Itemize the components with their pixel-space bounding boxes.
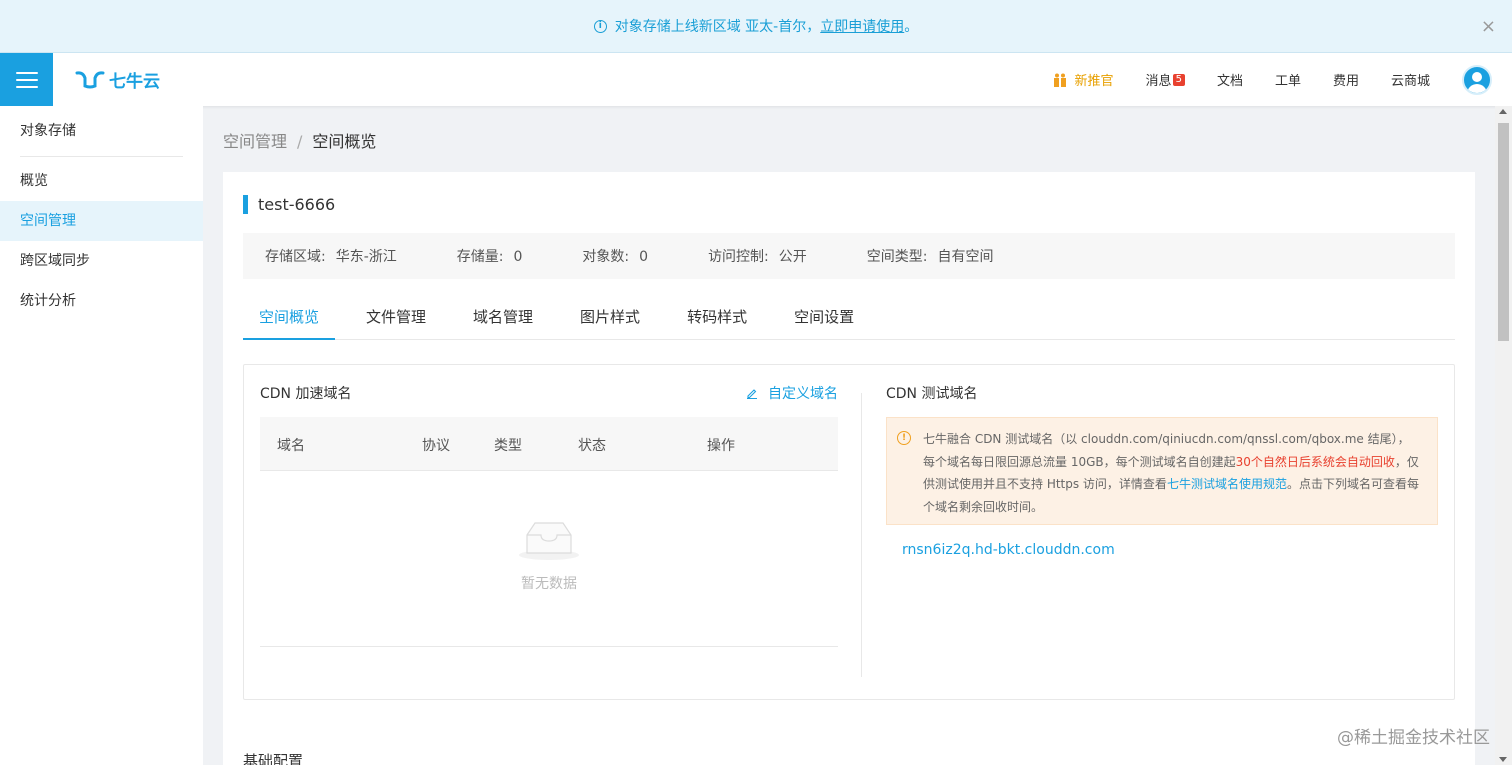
qiniu-logo-icon xyxy=(75,70,105,88)
info-label: 空间类型: xyxy=(866,249,928,265)
announcement-suffix: 。 xyxy=(904,19,919,35)
info-value: 0 xyxy=(513,249,523,265)
info-access-control: 访问控制: 公开 xyxy=(708,246,807,266)
info-label: 存储区域: xyxy=(265,249,326,265)
info-bucket-type: 空间类型: 自有空间 xyxy=(867,246,994,266)
cdn-domain-title: CDN 加速域名 xyxy=(260,386,352,402)
nav-market[interactable]: 云商城 xyxy=(1391,70,1430,89)
test-domain-link[interactable]: rnsn6iz2q.hd-bkt.clouddn.com xyxy=(902,542,1115,558)
nav-gift[interactable]: 新推官 xyxy=(1053,70,1114,89)
announcement-text: 对象存储上线新区域 亚太-首尔， xyxy=(614,19,821,35)
info-value: 0 xyxy=(639,249,649,265)
cdn-table-empty: 暂无数据 xyxy=(260,471,838,647)
breadcrumb-parent[interactable]: 空间管理 xyxy=(223,132,287,151)
hamburger-menu-button[interactable] xyxy=(0,53,53,106)
tab-settings[interactable]: 空间设置 xyxy=(778,306,870,340)
info-objects: 对象数: 0 xyxy=(582,246,648,266)
sidebar-item-bucket-management[interactable]: 空间管理 xyxy=(0,201,203,241)
info-label: 访问控制: xyxy=(708,249,769,265)
breadcrumb-current: 空间概览 xyxy=(312,132,377,151)
sidebar-title: 对象存储 xyxy=(20,123,76,139)
test-domain-section: CDN 测试域名 ! 七牛融合 CDN 测试域名（以 clouddn.com/q… xyxy=(886,365,1438,699)
nav-billing[interactable]: 费用 xyxy=(1333,70,1359,89)
test-domain-notice: ! 七牛融合 CDN 测试域名（以 clouddn.com/qiniucdn.c… xyxy=(886,417,1438,525)
logo-text: 七牛云 xyxy=(109,72,160,92)
close-icon[interactable]: × xyxy=(1481,16,1496,37)
cdn-domain-section: CDN 加速域名 自定义域名 域名 协议 类型 状态 操作 暂无数据 xyxy=(260,365,838,699)
nav-docs[interactable]: 文档 xyxy=(1217,70,1243,89)
info-label: 存储量: xyxy=(456,249,504,265)
sidebar: 对象存储 概览 空间管理 跨区域同步 统计分析 xyxy=(0,106,203,765)
title-accent-bar xyxy=(243,195,248,214)
bucket-name: test-6666 xyxy=(258,195,336,214)
info-value: 公开 xyxy=(778,249,807,265)
empty-text: 暂无数据 xyxy=(521,576,577,592)
column-header-protocol: 协议 xyxy=(422,438,450,454)
qiniu-logo[interactable]: 七牛云 xyxy=(75,67,160,92)
custom-domain-label: 自定义域名 xyxy=(768,386,838,402)
column-header-domain: 域名 xyxy=(277,438,305,454)
bucket-card: test-6666 存储区域: 华东-浙江 存储量: 0 对象数: 0 访问控制: 公开… xyxy=(223,172,1475,765)
nav-messages[interactable]: 消息 5 xyxy=(1146,70,1185,89)
page-scrollbar[interactable] xyxy=(1495,106,1512,765)
message-count-badge: 5 xyxy=(1172,73,1185,86)
info-storage: 存储量: 0 xyxy=(457,246,523,266)
info-value: 华东-浙江 xyxy=(335,249,397,265)
domain-panel: CDN 加速域名 自定义域名 域名 协议 类型 状态 操作 暂无数据 CDN 测… xyxy=(243,364,1455,700)
info-label: 对象数: xyxy=(582,249,630,265)
sidebar-item-overview[interactable]: 概览 xyxy=(0,161,203,201)
tab-image-styles[interactable]: 图片样式 xyxy=(564,306,656,340)
edit-icon xyxy=(747,389,757,399)
custom-domain-button[interactable]: 自定义域名 xyxy=(746,383,838,403)
empty-inbox-icon xyxy=(519,522,579,560)
base-config-title: 基础配置 xyxy=(243,752,304,765)
scroll-down-icon[interactable] xyxy=(1499,757,1507,762)
breadcrumb: 空间管理 / 空间概览 xyxy=(223,128,376,152)
column-divider xyxy=(861,393,862,677)
cdn-table-header: 域名 协议 类型 状态 操作 xyxy=(260,417,838,471)
test-domain-title: CDN 测试域名 xyxy=(886,386,978,402)
tab-files[interactable]: 文件管理 xyxy=(350,306,442,340)
nav-tickets[interactable]: 工单 xyxy=(1275,70,1301,89)
header-nav: 新推官 消息 5 文档 工单 费用 云商城 xyxy=(1053,64,1512,95)
info-value: 自有空间 xyxy=(937,249,994,265)
top-header: 七牛云 新推官 消息 5 文档 工单 费用 云商城 xyxy=(0,53,1512,106)
column-header-status: 状态 xyxy=(578,438,606,454)
tab-domains[interactable]: 域名管理 xyxy=(457,306,549,340)
info-region: 存储区域: 华东-浙江 xyxy=(265,246,397,266)
nav-gift-label: 新推官 xyxy=(1074,74,1114,89)
info-icon: i xyxy=(593,19,607,33)
column-header-actions: 操作 xyxy=(707,438,735,454)
bucket-info-row: 存储区域: 华东-浙江 存储量: 0 对象数: 0 访问控制: 公开 空间类型: 自有空间 xyxy=(243,233,1455,279)
bucket-tabs: 空间概览 文件管理 域名管理 图片样式 转码样式 空间设置 xyxy=(243,306,1455,340)
scrollbar-thumb[interactable] xyxy=(1498,123,1509,341)
apply-link[interactable]: 立即申请使用 xyxy=(820,16,904,36)
warning-icon: ! xyxy=(897,431,911,445)
announcement-bar: i 对象存储上线新区域 亚太-首尔， 立即申请使用 。 × xyxy=(0,0,1512,53)
watermark: @稀土掘金技术社区 xyxy=(1337,728,1490,748)
tab-overview[interactable]: 空间概览 xyxy=(243,306,336,340)
sidebar-item-cross-region-sync[interactable]: 跨区域同步 xyxy=(0,241,203,281)
user-avatar[interactable] xyxy=(1462,64,1492,95)
bucket-title: test-6666 xyxy=(243,195,335,214)
breadcrumb-separator: / xyxy=(297,132,303,151)
gift-icon xyxy=(1053,73,1066,87)
sidebar-item-statistics[interactable]: 统计分析 xyxy=(0,281,203,321)
scroll-up-icon[interactable] xyxy=(1499,109,1507,114)
usage-policy-link[interactable]: 七牛测试域名使用规范 xyxy=(1167,477,1287,491)
tab-transcode-styles[interactable]: 转码样式 xyxy=(671,306,763,340)
column-header-type: 类型 xyxy=(494,438,522,454)
nav-messages-label: 消息 xyxy=(1145,74,1172,89)
notice-highlight: 30个自然日后系统会自动回收 xyxy=(1235,454,1395,469)
